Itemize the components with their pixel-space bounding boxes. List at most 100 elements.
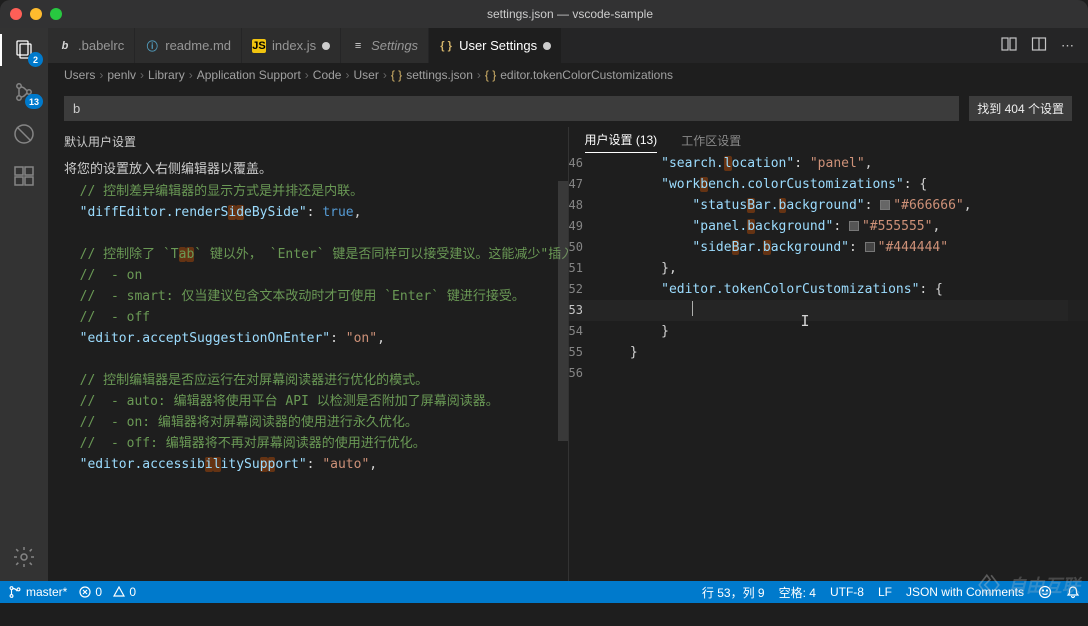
minimize-window-button[interactable]: [30, 8, 42, 20]
braces-icon: { }: [391, 68, 402, 82]
color-swatch-icon: [880, 200, 890, 210]
settings-gear-icon[interactable]: [10, 543, 38, 571]
tab-label: .babelrc: [78, 38, 124, 53]
status-bar: master* 0 0 行 53，列 9 空格: 4 UTF-8 LF JSON…: [0, 581, 1088, 603]
code-line[interactable]: // - smart: 仅当建议包含文本改动时才可使用 `Enter` 键进行接…: [64, 286, 568, 307]
breadcrumb-segment[interactable]: settings.json: [406, 68, 473, 82]
code-line[interactable]: 53: [569, 300, 1088, 321]
code-line[interactable]: 52 "editor.tokenColorCustomizations": {: [569, 279, 1088, 300]
code-line[interactable]: "diffEditor.renderSideBySide": true,: [64, 202, 568, 223]
cursor-position-status[interactable]: 行 53，列 9: [702, 584, 765, 601]
line-number: 51: [569, 258, 599, 279]
line-number: 55: [569, 342, 599, 363]
eol-status[interactable]: LF: [878, 585, 892, 599]
maximize-window-button[interactable]: [50, 8, 62, 20]
default-settings-subtitle: 将您的设置放入右侧编辑器以覆盖。: [48, 156, 568, 181]
default-settings-editor[interactable]: ✎ // 控制差异编辑器的显示方式是并排还是内联。 "diffEditor.re…: [48, 181, 568, 581]
minimap[interactable]: [1068, 153, 1088, 581]
breadcrumb-segment[interactable]: User: [353, 68, 378, 82]
braces-icon: { }: [485, 68, 496, 82]
settings-search-input[interactable]: [64, 96, 959, 121]
code-line[interactable]: // - on: 编辑器将对屏幕阅读器的使用进行永久优化。: [64, 412, 568, 433]
line-number: 48: [569, 195, 599, 216]
code-line[interactable]: 49 "panel.background": "#555555",: [569, 216, 1088, 237]
code-line[interactable]: 55 }: [569, 342, 1088, 363]
language-mode-status[interactable]: JSON with Comments: [906, 585, 1024, 599]
close-window-button[interactable]: [10, 8, 22, 20]
breadcrumb-segment[interactable]: Library: [148, 68, 185, 82]
code-line[interactable]: // - auto: 编辑器将使用平台 API 以检测是否附加了屏幕阅读器。: [64, 391, 568, 412]
encoding-status[interactable]: UTF-8: [830, 585, 864, 599]
problems-status[interactable]: 0 0: [79, 585, 136, 599]
code-line[interactable]: 47 "workbench.colorCustomizations": {: [569, 174, 1088, 195]
breadcrumb-segment[interactable]: Users: [64, 68, 95, 82]
line-number: 52: [569, 279, 599, 300]
settings-search-count: 找到 404 个设置: [969, 96, 1072, 121]
code-line[interactable]: [64, 349, 568, 370]
explorer-badge: 2: [28, 52, 43, 67]
tab-label: User Settings: [459, 38, 537, 53]
breadcrumbs[interactable]: Users › penlv › Library › Application Su…: [48, 64, 1088, 86]
editor-tabs: b.babelrcⓘreadme.mdJSindex.js≡Settings{ …: [48, 28, 1088, 64]
modified-indicator-icon: [322, 42, 330, 50]
split-editor-icon[interactable]: [1031, 36, 1047, 55]
breadcrumb-segment[interactable]: penlv: [107, 68, 136, 82]
js-icon: JS: [252, 39, 266, 53]
titlebar: settings.json — vscode-sample: [0, 0, 1088, 28]
tab-label: index.js: [272, 38, 316, 53]
modified-indicator-icon: [543, 42, 551, 50]
code-line[interactable]: 46 "search.location": "panel",: [569, 153, 1088, 174]
code-line[interactable]: 48 "statusBar.background": "#666666",: [569, 195, 1088, 216]
line-number: 49: [569, 216, 599, 237]
tab-label: readme.md: [165, 38, 231, 53]
line-number: 46: [569, 153, 599, 174]
scm-icon[interactable]: 13: [10, 78, 38, 106]
babel-icon: b: [58, 39, 72, 53]
sliders-icon: ≡: [351, 39, 365, 53]
code-line[interactable]: 56: [569, 363, 1088, 384]
code-line[interactable]: [64, 223, 568, 244]
editor-tab[interactable]: ≡Settings: [341, 28, 429, 63]
color-swatch-icon: [849, 221, 859, 231]
line-number: 54: [569, 321, 599, 342]
editor-tab[interactable]: JS index.js: [242, 28, 341, 63]
window-controls: [10, 8, 62, 20]
open-changes-icon[interactable]: [1001, 36, 1017, 55]
code-line[interactable]: // 控制除了 `Tab` 键以外， `Enter` 键是否同样可以接受建议。这…: [64, 244, 568, 265]
editor-tab[interactable]: b .babelrc: [48, 28, 135, 63]
debug-icon[interactable]: [10, 120, 38, 148]
extensions-icon[interactable]: [10, 162, 38, 190]
git-branch-status[interactable]: master*: [8, 585, 67, 599]
breadcrumb-segment[interactable]: Application Support: [197, 68, 301, 82]
color-swatch-icon: [865, 242, 875, 252]
code-line[interactable]: // 控制编辑器是否应运行在对屏幕阅读器进行优化的模式。: [64, 370, 568, 391]
code-line[interactable]: // 控制差异编辑器的显示方式是并排还是内联。: [64, 181, 568, 202]
code-line[interactable]: // - off: [64, 307, 568, 328]
code-line[interactable]: 51 },: [569, 258, 1088, 279]
user-settings-editor[interactable]: I 46 "search.location": "panel",47 "work…: [569, 153, 1088, 581]
scrollbar[interactable]: [558, 181, 568, 441]
braces-icon: { }: [439, 39, 453, 53]
notifications-icon[interactable]: [1066, 585, 1080, 599]
info-icon: ⓘ: [145, 39, 159, 53]
more-actions-icon[interactable]: ⋯: [1061, 38, 1076, 54]
settings-scope-tab[interactable]: 工作区设置: [681, 128, 741, 153]
line-number: 50: [569, 237, 599, 258]
code-line[interactable]: "editor.accessibilitySupport": "auto",: [64, 454, 568, 475]
scm-badge: 13: [25, 94, 43, 109]
settings-scope-tab[interactable]: 用户设置 (13): [585, 127, 658, 153]
code-line[interactable]: 50 "sideBar.background": "#444444": [569, 237, 1088, 258]
code-line[interactable]: "editor.acceptSuggestionOnEnter": "on",: [64, 328, 568, 349]
code-line[interactable]: // - on: [64, 265, 568, 286]
editor-tab[interactable]: ⓘ readme.md: [135, 28, 242, 63]
line-number: 53: [569, 300, 599, 321]
explorer-icon[interactable]: 2: [10, 36, 38, 64]
code-line[interactable]: 54 }: [569, 321, 1088, 342]
activity-bar: 2 13: [0, 28, 48, 581]
code-line[interactable]: // - off: 编辑器将不再对屏幕阅读器的使用进行优化。: [64, 433, 568, 454]
breadcrumb-segment[interactable]: Code: [313, 68, 342, 82]
breadcrumb-segment[interactable]: editor.tokenColorCustomizations: [500, 68, 673, 82]
feedback-icon[interactable]: [1038, 585, 1052, 599]
editor-tab[interactable]: { } User Settings: [429, 28, 562, 63]
indentation-status[interactable]: 空格: 4: [779, 584, 816, 601]
